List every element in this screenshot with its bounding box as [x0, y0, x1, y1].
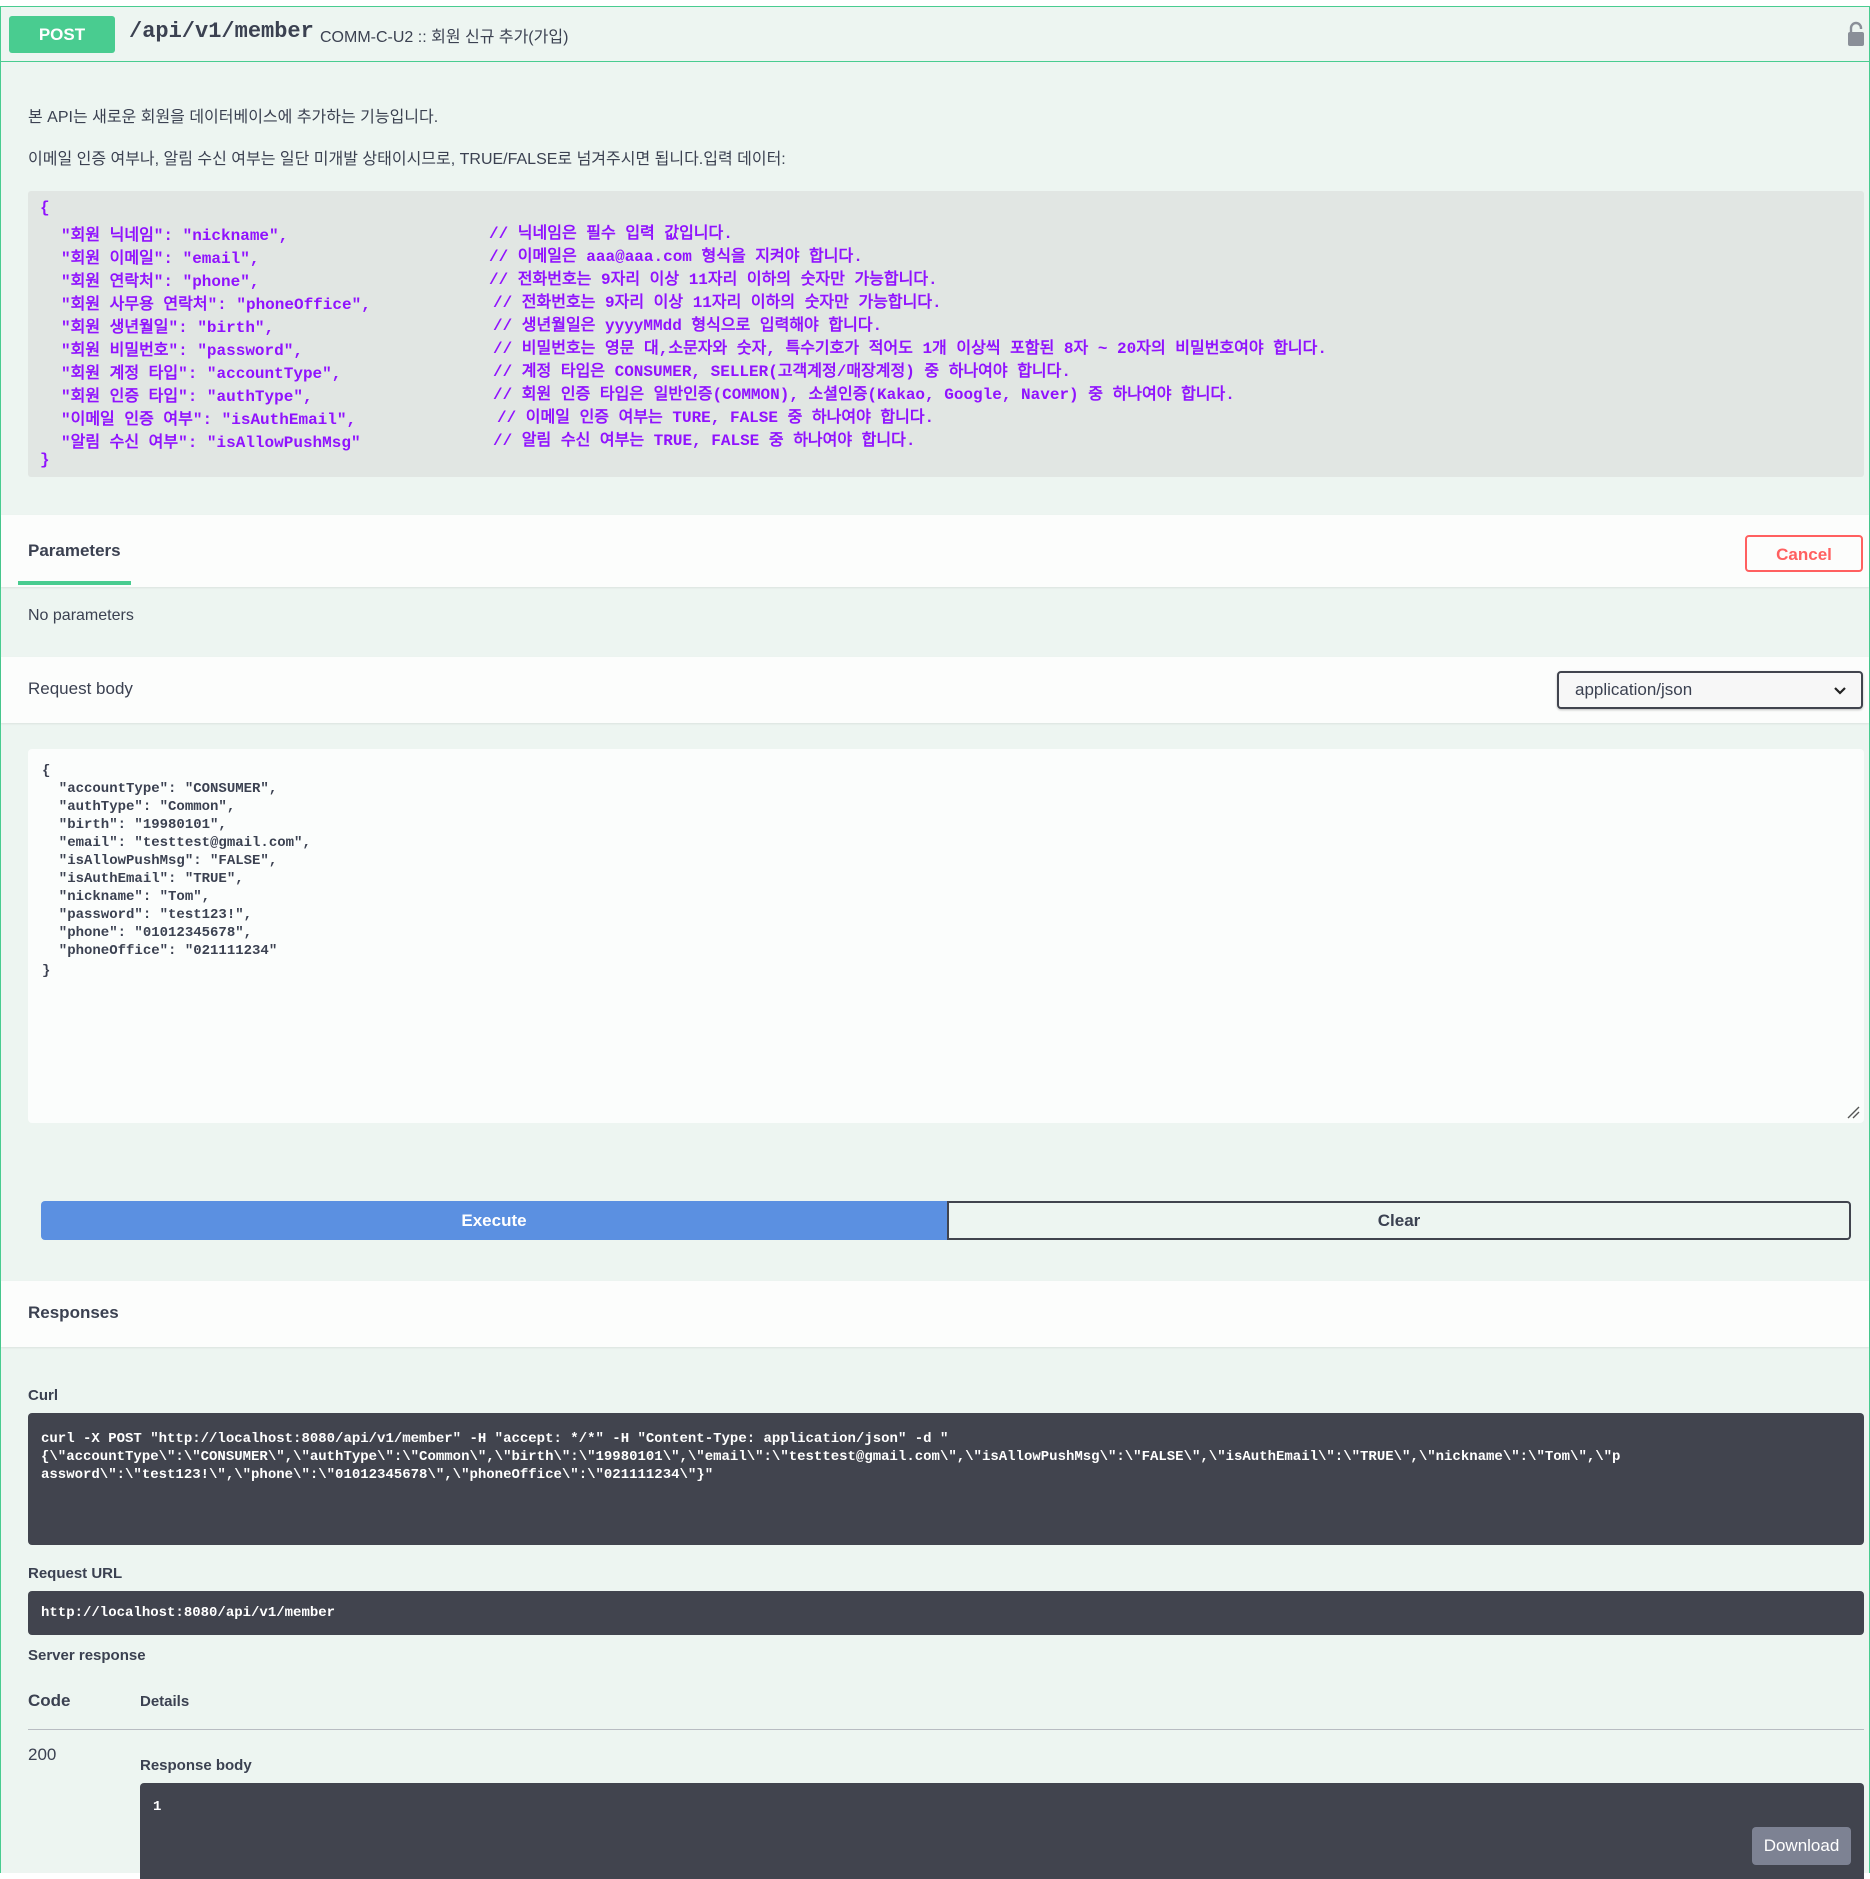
spec-key: "회원 비밀번호": "password", — [61, 342, 303, 360]
response-body-block[interactable]: 1 — [140, 1783, 1864, 1879]
operation-block: POST /api/v1/member COMM-C-U2 :: 회원 신규 추… — [0, 6, 1870, 1879]
editor-line: "accountType": "CONSUMER", — [42, 781, 278, 797]
cancel-button[interactable]: Cancel — [1745, 535, 1863, 572]
parameters-header: Parameters Cancel — [1, 515, 1869, 587]
operation-summary-description: COMM-C-U2 :: 회원 신규 추가(가입) — [320, 29, 569, 46]
spec-key: "회원 이메일": "email", — [61, 250, 260, 268]
editor-line: "authType": "Common", — [42, 799, 236, 815]
curl-line: assword\":\"test123!\",\"phone\":\"01012… — [41, 1467, 714, 1483]
response-body-label: Response body — [140, 1757, 252, 1774]
request-body-editor[interactable]: { "accountType": "CONSUMER", "authType":… — [28, 749, 1864, 1123]
spec-comment: // 전화번호는 9자리 이상 11자리 이하의 숫자만 가능합니다. — [493, 294, 942, 312]
parameters-tab-underline — [18, 581, 131, 585]
editor-line: } — [42, 963, 51, 979]
request-url-block[interactable]: http://localhost:8080/api/v1/member — [28, 1591, 1864, 1635]
editor-line: "isAllowPushMsg": "FALSE", — [42, 853, 278, 869]
spec-key: "회원 연락처": "phone", — [61, 273, 260, 291]
request-body-header: Request body application/json — [1, 657, 1869, 723]
request-url-value: http://localhost:8080/api/v1/member — [41, 1605, 336, 1621]
spec-comment: // 닉네임은 필수 입력 값입니다. — [489, 225, 733, 243]
response-table-divider — [28, 1729, 1864, 1730]
curl-line: curl -X POST "http://localhost:8080/api/… — [41, 1431, 949, 1447]
details-column-header: Details — [140, 1693, 190, 1710]
operation-summary[interactable]: POST /api/v1/member COMM-C-U2 :: 회원 신규 추… — [1, 7, 1869, 62]
spec-comment: // 이메일은 aaa@aaa.com 형식을 지켜야 합니다. — [489, 248, 863, 266]
description-paragraph: 본 API는 새로운 회원을 데이터베이스에 추가하는 기능입니다. — [28, 109, 439, 126]
responses-header: Responses — [1, 1281, 1869, 1347]
spec-key: "회원 계정 타입": "accountType", — [61, 365, 342, 383]
spec-comment: // 비밀번호는 영문 대,소문자와 숫자, 특수기호가 적어도 1개 이상씩 … — [493, 340, 1327, 358]
spec-comment: // 생년월일은 yyyyMMdd 형식으로 입력해야 합니다. — [493, 317, 883, 335]
download-button[interactable]: Download — [1752, 1827, 1851, 1865]
code-column-header: Code — [28, 1691, 71, 1710]
spec-key: "이메일 인증 여부": "isAuthEmail", — [61, 411, 357, 429]
editor-line: "phone": "01012345678", — [42, 925, 253, 941]
spec-key: "회원 닉네임": "nickname", — [61, 227, 289, 245]
editor-line: { — [42, 763, 51, 779]
content-type-select[interactable]: application/json — [1557, 671, 1863, 709]
request-url-label: Request URL — [28, 1565, 123, 1582]
spec-key: "알림 수신 여부": "isAllowPushMsg" — [61, 434, 361, 452]
spec-comment: // 계정 타입은 CONSUMER, SELLER(고객계정/매장계정) 중 … — [493, 363, 1071, 381]
description-paragraph: 이메일 인증 여부나, 알림 수신 여부는 일단 미개발 상태이시므로, TRU… — [28, 151, 786, 168]
curl-line: {\"accountType\":\"CONSUMER\",\"authType… — [41, 1449, 1621, 1465]
parameters-tab[interactable]: Parameters — [28, 541, 121, 561]
server-response-label: Server response — [28, 1647, 146, 1664]
spec-key: "회원 사무용 연락처": "phoneOffice", — [61, 296, 371, 314]
spec-comment: // 회원 인증 타입은 일반인증(COMMON), 소셜인증(Kakao, G… — [493, 386, 1235, 404]
unlocked-padlock-icon[interactable] — [1847, 21, 1865, 47]
content-type-value: application/json — [1575, 680, 1693, 699]
resize-handle-icon[interactable] — [1846, 1105, 1860, 1119]
spec-comment: // 알림 수신 여부는 TRUE, FALSE 중 하나여야 합니다. — [493, 432, 916, 450]
endpoint-path: /api/v1/member — [129, 19, 314, 44]
request-body-title: Request body — [28, 679, 133, 698]
editor-line: "birth": "19980101", — [42, 817, 227, 833]
responses-title: Responses — [28, 1303, 119, 1322]
spec-comment: // 전화번호는 9자리 이상 11자리 이하의 숫자만 가능합니다. — [489, 271, 938, 289]
spec-key: "회원 생년월일": "birth", — [61, 319, 275, 337]
no-parameters-text: No parameters — [28, 607, 134, 624]
curl-command-block[interactable]: curl -X POST "http://localhost:8080/api/… — [28, 1413, 1864, 1545]
chevron-down-icon — [1834, 687, 1846, 695]
editor-line: "phoneOffice": "021111234" — [42, 943, 278, 959]
spec-close-brace: } — [40, 451, 50, 469]
editor-line: "email": "testtest@gmail.com", — [42, 835, 311, 851]
method-badge: POST — [9, 16, 115, 53]
input-spec-code-block: { "회원 닉네임": "nickname", // 닉네임은 필수 입력 값입… — [28, 191, 1864, 477]
response-body-value: 1 — [153, 1799, 162, 1815]
clear-button[interactable]: Clear — [947, 1201, 1851, 1240]
spec-comment: // 이메일 인증 여부는 TURE, FALSE 중 하나여야 합니다. — [497, 409, 935, 427]
spec-key: "회원 인증 타입": "authType", — [61, 388, 313, 406]
editor-line: "nickname": "Tom", — [42, 889, 211, 905]
curl-label: Curl — [28, 1387, 58, 1404]
spec-open-brace: { — [40, 199, 50, 217]
editor-line: "isAuthEmail": "TRUE", — [42, 871, 244, 887]
execute-button[interactable]: Execute — [41, 1201, 947, 1240]
editor-line: "password": "test123!", — [42, 907, 253, 923]
response-status-code: 200 — [28, 1745, 57, 1764]
